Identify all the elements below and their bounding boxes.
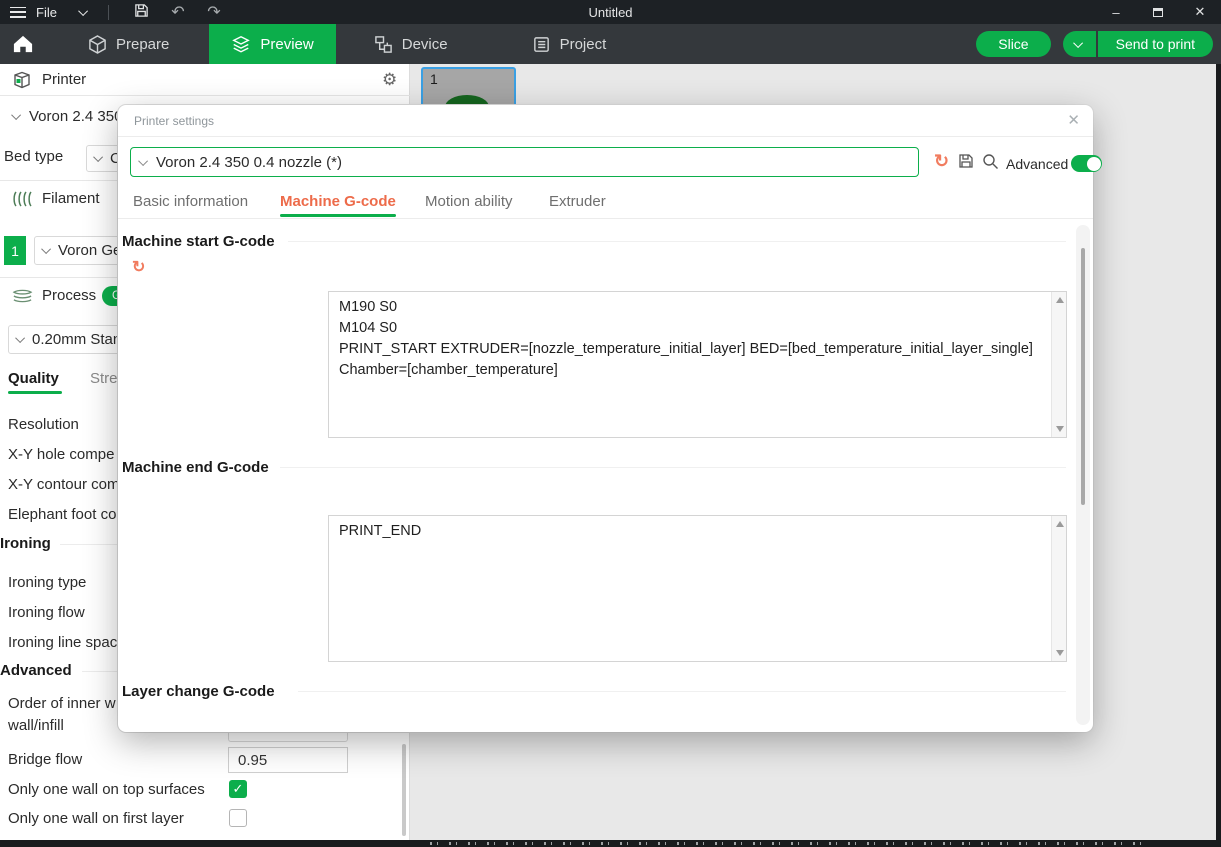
bridge-flow-input[interactable]: 0.95 bbox=[228, 747, 348, 773]
filament-icon bbox=[12, 190, 34, 213]
advanced-section-header: Advanced bbox=[0, 662, 72, 679]
printer-section-header: Printer bbox=[42, 71, 86, 88]
quality-tab-underline bbox=[8, 391, 62, 394]
only-first-label: Only one wall on first layer bbox=[8, 810, 184, 827]
only-first-checkbox[interactable] bbox=[229, 809, 247, 827]
dialog-tab-basic-information[interactable]: Basic information bbox=[133, 193, 248, 210]
param-ironing-type: Ironing type bbox=[8, 574, 86, 591]
only-top-label: Only one wall on top surfaces bbox=[8, 781, 205, 798]
maximize-button[interactable] bbox=[1137, 0, 1179, 24]
param-xy-contour: X-Y contour com bbox=[8, 476, 119, 493]
ironing-section-header: Ironing bbox=[0, 535, 51, 552]
slice-button[interactable]: Slice bbox=[976, 31, 1050, 57]
save-preset-icon[interactable] bbox=[958, 153, 974, 174]
only-top-checkbox[interactable]: ✓ bbox=[229, 780, 247, 798]
tab-strength[interactable]: Stre bbox=[90, 370, 118, 387]
param-ironing-line-spacing: Ironing line spac bbox=[8, 634, 117, 651]
machine-start-gcode-input[interactable]: M190 S0 M104 S0 PRINT_START EXTRUDER=[no… bbox=[328, 291, 1067, 438]
tab-prepare[interactable]: Prepare bbox=[66, 24, 191, 64]
machine-end-gcode-input[interactable]: PRINT_END bbox=[328, 515, 1067, 662]
param-resolution: Resolution bbox=[8, 416, 79, 433]
printer-settings-gear-icon[interactable]: ⚙ bbox=[382, 70, 397, 90]
file-menu-chevron-icon[interactable] bbox=[78, 6, 88, 16]
home-button[interactable] bbox=[0, 24, 46, 64]
dialog-tab-motion-ability[interactable]: Motion ability bbox=[425, 193, 513, 210]
machine-start-gcode-header: Machine start G-code bbox=[122, 233, 275, 250]
send-dropdown-button[interactable] bbox=[1063, 31, 1096, 57]
end-gcode-scrollbar[interactable] bbox=[1051, 516, 1066, 661]
send-to-print-group: Send to print bbox=[1063, 31, 1213, 57]
start-gcode-scrollbar[interactable] bbox=[1051, 292, 1066, 437]
active-tab-underline bbox=[280, 214, 396, 217]
param-order-line1: Order of inner w bbox=[8, 695, 116, 712]
printer-icon bbox=[12, 71, 32, 95]
filament-index-badge[interactable]: 1 bbox=[4, 236, 26, 265]
window-right-edge bbox=[1216, 64, 1221, 847]
dialog-title: Printer settings bbox=[134, 114, 214, 128]
filament-section-header: Filament bbox=[42, 190, 100, 207]
param-elephant-foot: Elephant foot co bbox=[8, 506, 116, 523]
advanced-toggle[interactable] bbox=[1071, 155, 1102, 172]
printer-preset-combobox[interactable]: Voron 2.4 350 0.4 nozzle (*) bbox=[130, 147, 919, 177]
process-icon bbox=[12, 287, 33, 310]
layer-change-gcode-header: Layer change G-code bbox=[122, 683, 275, 700]
dialog-scrollbar-thumb[interactable] bbox=[1081, 248, 1085, 505]
printer-settings-dialog: Printer settings ✕ Voron 2.4 350 0.4 noz… bbox=[118, 105, 1093, 732]
tab-quality[interactable]: Quality bbox=[8, 370, 59, 387]
bridge-flow-label: Bridge flow bbox=[8, 751, 82, 768]
project-list-icon bbox=[532, 35, 551, 54]
plate-number: 1 bbox=[430, 71, 438, 87]
titlebar-separator bbox=[108, 5, 109, 20]
process-section-header: Process bbox=[42, 287, 96, 304]
tab-project[interactable]: Project bbox=[510, 24, 629, 64]
machine-end-gcode-header: Machine end G-code bbox=[122, 459, 269, 476]
tab-device[interactable]: Device bbox=[352, 24, 470, 64]
param-ironing-flow: Ironing flow bbox=[8, 604, 85, 621]
save-icon[interactable] bbox=[129, 3, 155, 22]
dialog-close-icon[interactable]: ✕ bbox=[1067, 111, 1080, 129]
undo-icon[interactable]: ↶ bbox=[165, 2, 191, 22]
dialog-scrollbar[interactable] bbox=[1076, 225, 1090, 725]
redo-icon[interactable]: ↷ bbox=[201, 2, 227, 22]
minimize-button[interactable]: – bbox=[1095, 0, 1137, 24]
hamburger-menu-icon[interactable] bbox=[10, 7, 26, 18]
reset-preset-icon[interactable]: ↻ bbox=[934, 152, 949, 170]
param-xy-hole: X-Y hole compe bbox=[8, 446, 114, 463]
bottom-slider-bar[interactable] bbox=[0, 840, 1221, 847]
send-to-print-button[interactable]: Send to print bbox=[1098, 31, 1213, 57]
sidebar-scrollbar-thumb[interactable] bbox=[402, 744, 406, 836]
printer-preset-dropdown[interactable]: Voron 2.4 350 0 bbox=[14, 108, 135, 125]
reset-start-gcode-icon[interactable]: ↻ bbox=[132, 257, 145, 277]
dialog-tab-machine-gcode[interactable]: Machine G-code bbox=[280, 193, 396, 210]
advanced-toggle-label: Advanced bbox=[1006, 156, 1068, 172]
bed-type-label: Bed type bbox=[4, 148, 63, 165]
title-bar: File ↶ ↷ Untitled – ✕ bbox=[0, 0, 1221, 24]
dialog-tab-extruder[interactable]: Extruder bbox=[549, 193, 606, 210]
bottom-bar-clipped-text bbox=[430, 842, 1146, 845]
search-icon[interactable] bbox=[982, 153, 999, 175]
close-button[interactable]: ✕ bbox=[1179, 0, 1221, 24]
file-menu[interactable]: File bbox=[36, 5, 57, 20]
preview-layers-icon bbox=[231, 34, 251, 54]
param-order-line2: wall/infill bbox=[8, 717, 64, 734]
prepare-cube-icon bbox=[88, 35, 107, 54]
home-icon bbox=[12, 34, 34, 54]
device-icon bbox=[374, 35, 393, 54]
tab-preview[interactable]: Preview bbox=[209, 24, 335, 64]
